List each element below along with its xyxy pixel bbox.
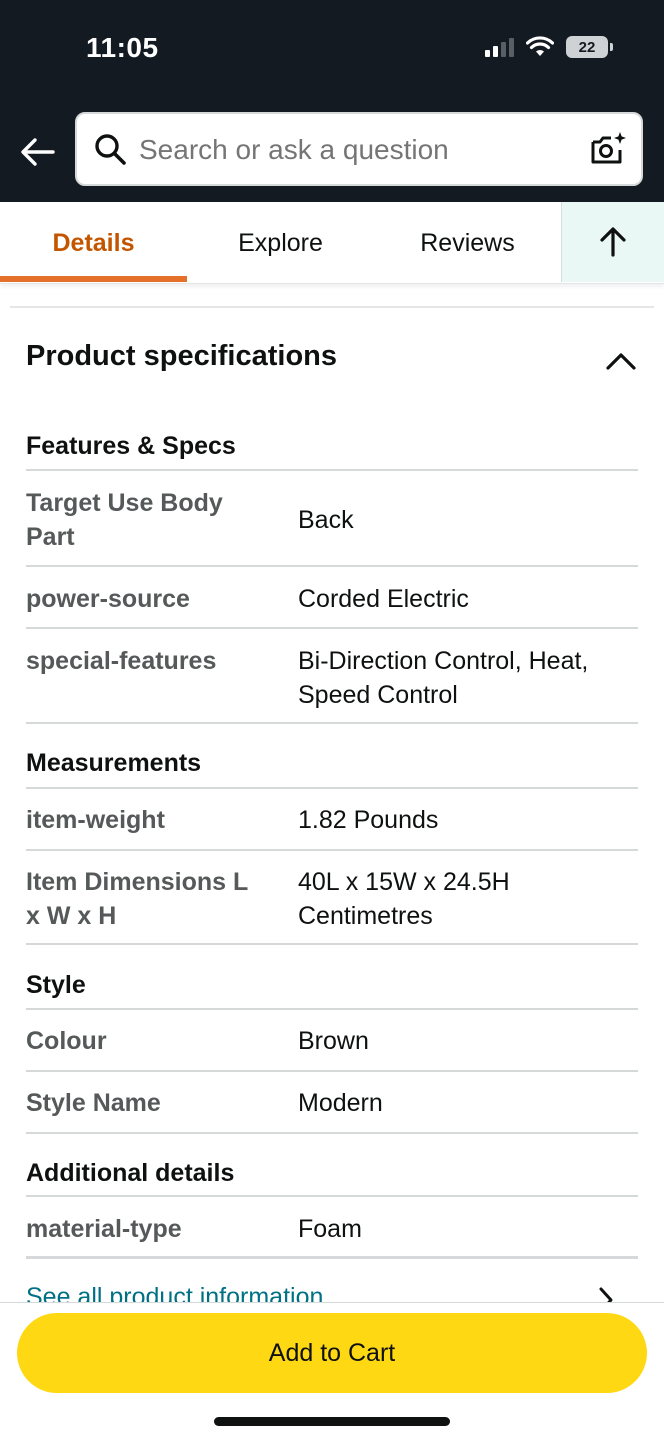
- spec-label: material-type: [26, 1215, 182, 1243]
- group-title-additional: Additional details: [26, 1159, 235, 1187]
- row-divider: [26, 1008, 638, 1010]
- active-tab-indicator: [0, 276, 187, 282]
- spec-label: Style Name: [26, 1089, 161, 1117]
- row-divider: [26, 787, 638, 789]
- row-divider: [26, 1070, 638, 1072]
- section-divider: [10, 306, 654, 308]
- row-divider: [26, 469, 638, 471]
- row-divider: [26, 1195, 638, 1197]
- row-divider: [26, 722, 638, 724]
- spec-label: Colour: [26, 1027, 107, 1055]
- spec-value: Foam: [298, 1215, 362, 1243]
- spec-label: power-source: [26, 585, 190, 613]
- scroll-to-top-button[interactable]: [561, 202, 664, 282]
- arrow-left-icon: [21, 138, 55, 166]
- row-divider: [26, 849, 638, 851]
- group-title-features: Features & Specs: [26, 432, 236, 460]
- row-divider: [26, 627, 638, 629]
- spec-value: Back: [298, 506, 354, 534]
- tab-explore[interactable]: Explore: [187, 202, 374, 284]
- search-bar[interactable]: [75, 112, 643, 186]
- group-title-measurements: Measurements: [26, 749, 202, 777]
- camera-icon[interactable]: [589, 130, 627, 168]
- spec-value: Brown: [298, 1027, 369, 1055]
- chevron-up-icon[interactable]: [604, 348, 638, 372]
- row-divider: [26, 1256, 638, 1259]
- wifi-icon: [526, 36, 554, 56]
- home-indicator: [214, 1417, 450, 1426]
- add-to-cart-button[interactable]: Add to Cart: [17, 1313, 647, 1393]
- row-divider: [26, 943, 638, 945]
- cellular-signal-icon: [485, 37, 514, 57]
- spec-label: item-weight: [26, 806, 165, 834]
- back-button[interactable]: [18, 132, 58, 172]
- app-header: 11:05 22: [0, 0, 664, 202]
- status-time: 11:05: [86, 32, 159, 63]
- spec-value: 1.82 Pounds: [298, 806, 439, 834]
- search-input[interactable]: [139, 134, 569, 166]
- spec-label: Item Dimensions L x W x H: [26, 868, 248, 930]
- status-icons: 22: [485, 36, 613, 58]
- arrow-up-icon: [600, 227, 626, 257]
- tab-reviews[interactable]: Reviews: [374, 202, 561, 284]
- spec-label: special-features: [26, 647, 217, 675]
- tab-details[interactable]: Details: [0, 202, 187, 284]
- spec-value: 40L x 15W x 24.5H Centimetres: [298, 868, 510, 930]
- spec-value: Modern: [298, 1089, 383, 1117]
- row-divider: [26, 1132, 638, 1134]
- group-title-style: Style: [26, 971, 86, 999]
- spec-value: Bi-Direction Control, Heat, Speed Contro…: [298, 647, 589, 709]
- search-icon: [95, 134, 126, 165]
- spec-value: Corded Electric: [298, 585, 469, 613]
- section-title: Product specifications: [26, 340, 338, 372]
- row-divider: [26, 565, 638, 567]
- battery-icon: 22: [566, 36, 613, 58]
- spec-label: Target Use Body Part: [26, 489, 223, 551]
